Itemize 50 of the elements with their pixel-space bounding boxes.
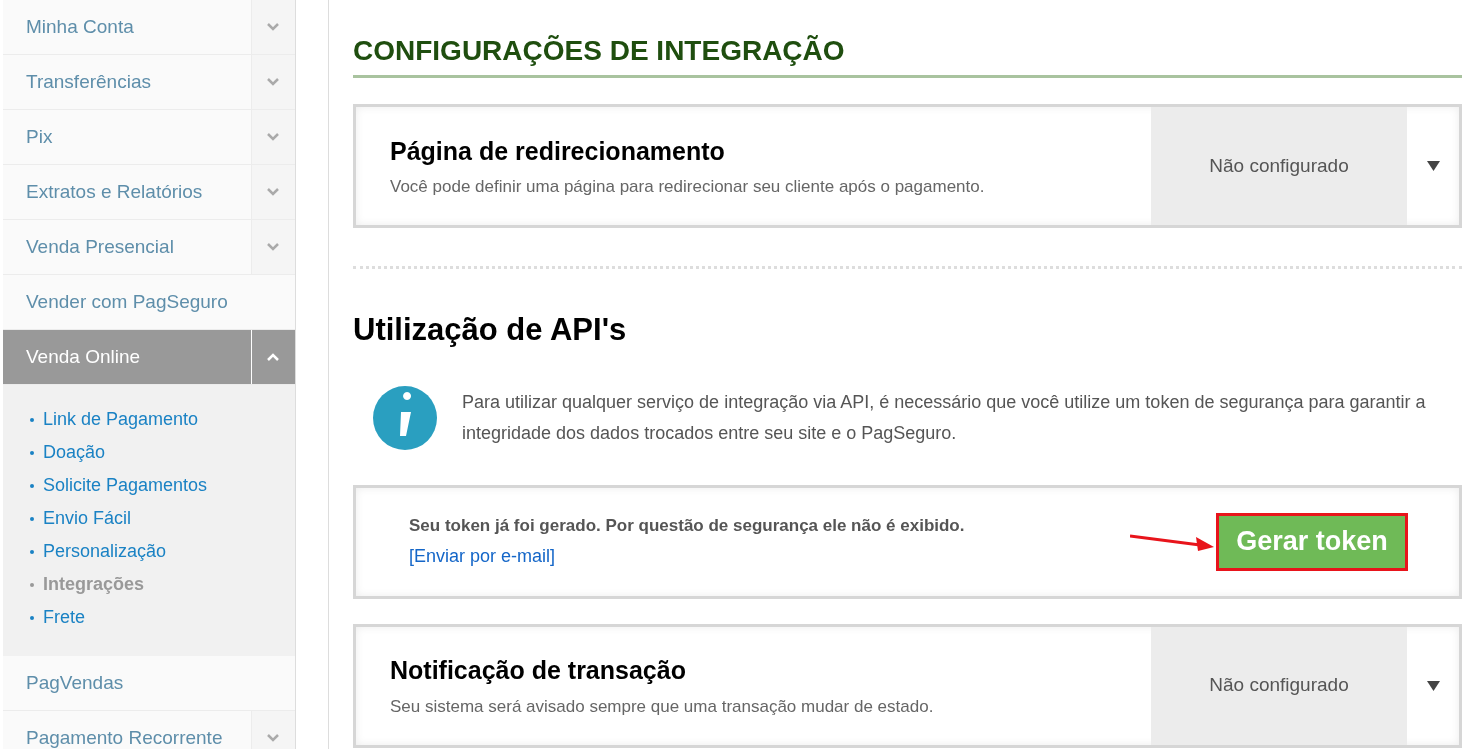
bullet-icon [30,516,34,521]
submenu-label: Link de Pagamento [43,408,199,431]
info-icon [373,385,437,450]
card-title: Página de redirecionamento [390,135,726,167]
page-title: CONFIGURAÇÕES DE INTEGRAÇÃO [353,30,1462,78]
chevron-down-icon [267,78,280,86]
expand-toggle[interactable] [250,165,295,219]
sidebar-item[interactable]: Pagamento Recorrente [3,711,251,749]
generate-token-button[interactable]: Gerar token [1216,512,1408,571]
submenu-label: Solicite Pagamentos [43,474,208,497]
section-title: Utilização de API's [353,311,628,349]
dropdown-caret-icon [1426,680,1440,691]
sidebar-item[interactable]: Vender com PagSeguro [3,275,295,329]
status-value: Não configurado [1151,107,1407,225]
submenu-label: Envio Fácil [43,507,132,530]
chevron-down-icon [267,188,280,196]
card-description: Você pode definir uma página para redirecionar seu cliente após o pagamento. [390,176,986,198]
sidebar-item[interactable]: Transferências [3,55,251,109]
bullet-icon [30,483,34,488]
email-link[interactable]: [Enviar por e-mail] [409,542,556,570]
expand-toggle[interactable] [250,110,295,164]
card-title: Notificação de transação [390,655,687,686]
bullet-icon [30,582,34,587]
sidebar-item[interactable]: Pix [3,110,251,164]
bullet-icon [30,417,34,422]
chevron-down-icon [267,23,280,31]
submenu-label: Integrações [43,573,145,596]
bullet-icon [30,615,34,620]
sidebar-item[interactable]: Minha Conta [3,0,251,54]
bullet-icon [30,450,34,455]
sidebar-item[interactable]: Venda Presencial [3,220,251,274]
status-value: Não configurado [1151,626,1407,745]
chevron-up-icon [267,353,280,361]
chevron-down-icon [267,243,280,251]
expand-toggle[interactable] [250,220,295,274]
sidebar-item[interactable]: Extratos e Relatórios [3,165,251,219]
dropdown-caret-icon [1426,161,1440,171]
submenu-label: Personalização [43,540,167,563]
submenu-label: Doação [43,441,106,464]
info-text: Para utilizar qualquer serviço de integração via API, é necessário que você utilize um token de segurança para garantir a integridade dos dados trocados entre seu site e o PagSeguro. [462,390,1427,445]
bullet-icon [30,549,34,554]
expand-toggle[interactable] [250,0,295,54]
sidebar-item[interactable]: PagVendas [3,656,295,710]
submenu-label: Frete [43,606,85,629]
expand-toggle[interactable] [250,711,295,749]
token-message: Seu token já foi gerado. Por questão de segurança ele não é exibido. [409,515,966,538]
card-description: Seu sistema será avisado sempre que uma transação mudar de estado. [390,695,935,718]
expand-toggle[interactable] [250,55,295,109]
chevron-down-icon [267,133,280,141]
chevron-down-icon [267,734,280,742]
